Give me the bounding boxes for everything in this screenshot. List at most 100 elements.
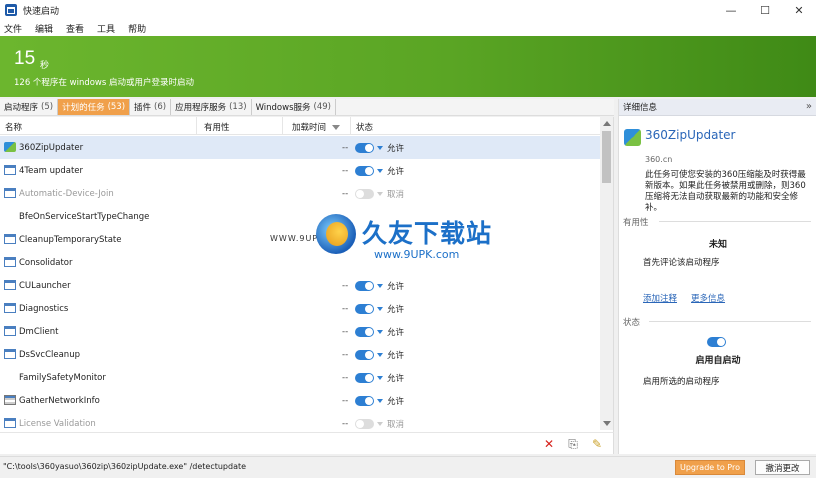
row-delay: --	[342, 165, 349, 176]
tab-label: Windows服务	[255, 103, 311, 113]
network-icon	[4, 395, 16, 405]
row-name: License Validation	[19, 418, 96, 429]
task-icon	[4, 349, 16, 359]
table-row[interactable]: Automatic-Device-Join -- 取消	[0, 182, 600, 205]
caret-down-icon[interactable]	[377, 284, 383, 288]
task-icon	[4, 326, 16, 336]
caret-down-icon[interactable]	[377, 353, 383, 357]
column-usefulness[interactable]: 有用性	[204, 121, 230, 133]
scroll-thumb[interactable]	[602, 131, 611, 183]
blank-icon	[4, 372, 16, 382]
edit-icon[interactable]: ✎	[590, 437, 604, 451]
caret-down-icon[interactable]	[377, 422, 383, 426]
more-info-link[interactable]: 更多信息	[691, 292, 725, 304]
caret-down-icon[interactable]	[377, 192, 383, 196]
table-row[interactable]: GatherNetworkInfo -- 允许	[0, 389, 600, 412]
tab-count: (53)	[107, 102, 126, 112]
column-divider[interactable]	[196, 117, 197, 135]
caret-down-icon[interactable]	[377, 330, 383, 334]
state-toggle[interactable]	[355, 304, 374, 314]
caret-down-icon[interactable]	[377, 169, 383, 173]
row-delay: --	[342, 372, 349, 383]
startup-time-value: 15	[14, 48, 36, 69]
task-icon	[4, 234, 16, 244]
state-toggle[interactable]	[355, 350, 374, 360]
column-state[interactable]: 状态	[356, 121, 373, 133]
row-name: BfeOnServiceStartTypeChange	[19, 211, 150, 222]
minimize-button[interactable]: —	[714, 0, 748, 20]
caret-down-icon[interactable]	[377, 376, 383, 380]
tab-startup-programs[interactable]: 启动程序 (5)	[0, 99, 59, 115]
column-delay[interactable]: 加载时间	[292, 121, 341, 133]
tab-count: (5)	[41, 102, 54, 112]
state-toggle[interactable]	[355, 373, 374, 383]
column-divider[interactable]	[282, 117, 283, 135]
scroll-up-icon[interactable]	[603, 121, 611, 126]
detail-app-name: 360ZipUpdater	[645, 128, 736, 142]
row-name: CleanupTemporaryState	[19, 234, 122, 245]
tab-label: 启动程序	[4, 103, 39, 113]
section-divider	[649, 321, 811, 322]
column-divider[interactable]	[350, 117, 351, 135]
table-row[interactable]: DmClient -- 允许	[0, 320, 600, 343]
delete-icon[interactable]: ✕	[542, 437, 556, 451]
menu-view[interactable]: 查看	[66, 22, 84, 35]
tab-plugins[interactable]: 插件 (6)	[130, 99, 172, 115]
startup-description: 126 个程序在 windows 启动或用户登录时启动	[14, 78, 195, 88]
detail-state-toggle[interactable]	[707, 337, 726, 347]
table-row[interactable]: CULauncher -- 允许	[0, 274, 600, 297]
list-scrollbar[interactable]	[600, 117, 613, 430]
caret-down-icon[interactable]	[377, 146, 383, 150]
list-toolbar: ✕ ⎘ ✎	[0, 432, 614, 454]
state-toggle[interactable]	[355, 419, 374, 429]
caret-down-icon[interactable]	[377, 399, 383, 403]
table-row[interactable]: 4Team updater -- 允许	[0, 159, 600, 182]
menu-edit[interactable]: 编辑	[35, 22, 53, 35]
table-row[interactable]: BfeOnServiceStartTypeChange	[0, 205, 600, 228]
state-toggle[interactable]	[355, 189, 374, 199]
table-row[interactable]: 360ZipUpdater -- 允许	[0, 136, 600, 159]
maximize-button[interactable]: ☐	[748, 0, 782, 20]
table-row[interactable]: Consolidator	[0, 251, 600, 274]
table-row[interactable]: CleanupTemporaryState	[0, 228, 600, 251]
state-toggle[interactable]	[355, 166, 374, 176]
state-toggle[interactable]	[355, 396, 374, 406]
state-toggle[interactable]	[355, 327, 374, 337]
row-state: 允许	[387, 281, 405, 292]
column-name[interactable]: 名称	[5, 121, 22, 133]
row-delay: --	[342, 395, 349, 406]
scroll-down-icon[interactable]	[603, 421, 611, 426]
add-note-link[interactable]: 添加注释	[643, 292, 677, 304]
task-rows: 360ZipUpdater -- 允许 4Team updater -- 允许 Automa…	[0, 136, 600, 435]
table-row[interactable]: FamilySafetyMonitor -- 允许	[0, 366, 600, 389]
collapse-icon[interactable]: »	[806, 101, 812, 112]
detail-title: 详细信息	[623, 103, 658, 113]
title-bar: 快速启动 — ☐ ✕	[0, 0, 816, 20]
usefulness-section-title: 有用性	[623, 218, 649, 228]
close-button[interactable]: ✕	[782, 0, 816, 20]
list-column-header: 名称 有用性 加载时间 状态	[0, 117, 600, 135]
app-icon	[4, 142, 16, 152]
table-row[interactable]: DsSvcCleanup -- 允许	[0, 343, 600, 366]
state-toggle[interactable]	[355, 281, 374, 291]
state-toggle[interactable]	[355, 143, 374, 153]
undo-changes-button[interactable]: 撤消更改	[755, 460, 810, 475]
upgrade-button[interactable]: Upgrade to Pro	[675, 460, 745, 475]
table-row[interactable]: Diagnostics -- 允许	[0, 297, 600, 320]
menu-help[interactable]: 帮助	[128, 22, 146, 35]
tab-label: 应用程序服务	[175, 103, 227, 113]
add-icon[interactable]: ⎘	[566, 437, 580, 451]
detail-header: 详细信息 »	[619, 99, 816, 116]
row-name: 360ZipUpdater	[19, 142, 84, 153]
row-name: GatherNetworkInfo	[19, 395, 100, 406]
row-name: FamilySafetyMonitor	[19, 372, 106, 383]
menu-tools[interactable]: 工具	[97, 22, 115, 35]
tab-windows-services[interactable]: Windows服务 (49)	[252, 99, 336, 115]
caret-down-icon[interactable]	[377, 307, 383, 311]
tab-app-services[interactable]: 应用程序服务 (13)	[171, 99, 252, 115]
row-delay: --	[342, 280, 349, 291]
tab-scheduled-tasks[interactable]: 计划的任务 (53)	[58, 99, 131, 115]
task-icon	[4, 303, 16, 313]
menu-file[interactable]: 文件	[4, 22, 22, 35]
task-list: 名称 有用性 加载时间 状态 360ZipUpdater -- 允许 4Team up…	[0, 117, 614, 432]
